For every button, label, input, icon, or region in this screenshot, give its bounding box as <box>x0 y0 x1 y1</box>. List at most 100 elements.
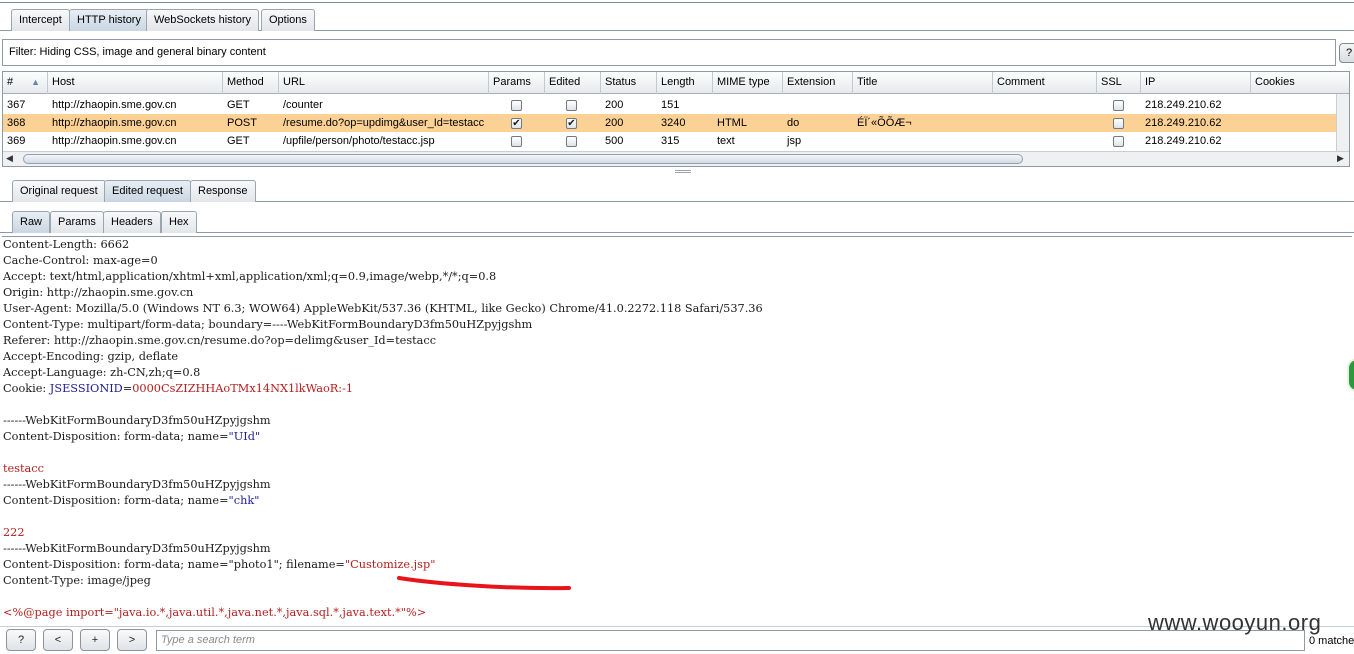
params-checkbox <box>511 100 522 111</box>
scrollbar-thumb[interactable] <box>23 154 1023 164</box>
match-count: 0 matches <box>1309 635 1354 647</box>
raw-line: Content-Disposition: form-data; name="ch… <box>3 494 260 507</box>
raw-line: Content-Type: multipart/form-data; bound… <box>3 318 533 331</box>
col-header-method[interactable]: Method <box>223 72 279 94</box>
col-header-host[interactable]: Host <box>48 72 223 94</box>
edited-checkbox <box>566 100 577 111</box>
request-tabbar: Original request Edited request Response <box>0 178 1354 202</box>
scroll-right-icon[interactable]: ▶ <box>1337 153 1344 164</box>
col-header-status[interactable]: Status <box>601 72 657 94</box>
raw-line: ------WebKitFormBoundaryD3fm50uHZpyjgshm <box>3 478 271 491</box>
raw-line: Cookie: JSESSIONID=0000CsZIZHHAoTMx14NX1… <box>3 382 354 395</box>
raw-line: ------WebKitFormBoundaryD3fm50uHZpyjgshm <box>3 542 271 555</box>
tab-options[interactable]: Options <box>261 9 315 31</box>
raw-line: Accept-Language: zh-CN,zh;q=0.8 <box>3 366 201 379</box>
tab-http-history[interactable]: HTTP history <box>69 9 149 31</box>
cell-status: 200 <box>605 117 624 129</box>
cell-comment <box>993 114 997 132</box>
raw-line: Content-Disposition: form-data; name="ph… <box>3 558 436 571</box>
raw-line: ------WebKitFormBoundaryD3fm50uHZpyjgshm <box>3 414 271 427</box>
help-button[interactable]: ? <box>6 629 36 651</box>
col-header-ssl[interactable]: SSL <box>1097 72 1141 94</box>
table-row[interactable]: 369 http://zhaopin.sme.gov.cn GET/upfile/p… <box>3 132 1349 150</box>
table-header: # ▲ Host Method URL Params Edited Status … <box>3 72 1349 94</box>
filter-help-button[interactable]: ? <box>1339 43 1354 63</box>
cell-title <box>853 96 857 114</box>
raw-line: Origin: http://zhaopin.sme.gov.cn <box>3 286 194 299</box>
raw-line: Content-Disposition: form-data; name="UI… <box>3 430 261 443</box>
cell-ip: 218.249.210.62 <box>1145 135 1222 147</box>
cell-title: ÉÏ´«ÕÕÆ¬ <box>857 117 912 129</box>
cell-mime: text <box>717 135 735 147</box>
search-input[interactable]: Type a search term <box>156 630 1305 651</box>
cell-title <box>853 132 857 150</box>
tab-hex[interactable]: Hex <box>161 211 197 233</box>
tab-params[interactable]: Params <box>50 211 104 233</box>
table-vertical-scrollbar[interactable] <box>1336 94 1349 151</box>
tab-raw[interactable]: Raw <box>12 211 51 233</box>
col-header-length[interactable]: Length <box>657 72 713 94</box>
table-row[interactable]: 368 http://zhaopin.sme.gov.cn POST/resume.… <box>3 114 1349 132</box>
cell-url: /counter <box>283 99 323 111</box>
col-header-title[interactable]: Title <box>853 72 993 94</box>
cell-ext: jsp <box>787 135 802 147</box>
col-header-url[interactable]: URL <box>279 72 489 94</box>
cell-ip: 218.249.210.62 <box>1145 99 1222 111</box>
cell-mime: HTML <box>717 117 747 129</box>
raw-line <box>2 445 1352 461</box>
add-button[interactable]: + <box>80 629 110 651</box>
tab-original-request[interactable]: Original request <box>12 180 106 202</box>
cell-ext <box>783 96 787 114</box>
edited-checkbox: ✔ <box>566 118 577 129</box>
filter-bar[interactable]: Filter: Hiding CSS, image and general bi… <box>2 39 1336 66</box>
col-header-comment[interactable]: Comment <box>993 72 1097 94</box>
ssl-checkbox <box>1113 100 1124 111</box>
col-header-params[interactable]: Params <box>489 72 545 94</box>
cell-method: GET <box>227 135 250 147</box>
cell-num: 368 <box>7 117 26 129</box>
filter-text: Filter: Hiding CSS, image and general bi… <box>9 46 266 58</box>
cell-length: 3240 <box>661 117 686 129</box>
col-header-cookies[interactable]: Cookies <box>1251 72 1349 94</box>
cell-host: http://zhaopin.sme.gov.cn <box>52 117 177 129</box>
next-button[interactable]: > <box>117 629 147 651</box>
tab-websockets-history[interactable]: WebSockets history <box>146 9 260 31</box>
cell-ext: do <box>787 117 800 129</box>
cell-ip: 218.249.210.62 <box>1145 117 1222 129</box>
tab-headers[interactable]: Headers <box>103 211 161 233</box>
raw-line: User-Agent: Mozilla/5.0 (Windows NT 6.3;… <box>3 302 763 315</box>
sort-ascending-icon: ▲ <box>31 77 41 87</box>
raw-line <box>2 397 1352 413</box>
raw-line: testacc <box>3 462 44 475</box>
raw-line: Accept: text/html,application/xhtml+xml,… <box>3 270 497 283</box>
cell-length: 315 <box>661 135 680 147</box>
split-pane-handle[interactable] <box>675 170 691 173</box>
ssl-checkbox <box>1113 136 1124 147</box>
previous-button[interactable]: < <box>43 629 73 651</box>
side-widget-icon[interactable] <box>1347 358 1354 392</box>
cell-url: /upfile/person/photo/testacc.jsp <box>283 135 435 147</box>
tab-response[interactable]: Response <box>190 180 256 202</box>
raw-line: Cache-Control: max-age=0 <box>3 254 158 267</box>
raw-line <box>2 509 1352 525</box>
cell-num: 367 <box>7 99 26 111</box>
red-annotation-underline <box>397 576 571 591</box>
tab-intercept[interactable]: Intercept <box>11 9 70 31</box>
cell-host: http://zhaopin.sme.gov.cn <box>52 135 177 147</box>
raw-line: Content-Length: 6662 <box>3 238 130 251</box>
col-header-number[interactable]: # ▲ <box>3 72 48 94</box>
cell-length: 151 <box>661 99 680 111</box>
cell-status: 500 <box>605 135 624 147</box>
col-header-extension[interactable]: Extension <box>783 72 853 94</box>
raw-line: Content-Type: image/jpeg <box>3 574 151 587</box>
view-tabbar: Raw Params Headers Hex <box>0 209 1354 233</box>
col-header-mime-type[interactable]: MIME type <box>713 72 783 94</box>
raw-request-editor[interactable]: Content-Length: 6662 Cache-Control: max-a… <box>2 236 1352 626</box>
table-row[interactable]: 367 http://zhaopin.sme.gov.cn GET/counter 2… <box>3 96 1349 114</box>
tab-edited-request[interactable]: Edited request <box>104 180 191 202</box>
table-horizontal-scrollbar[interactable]: ◀ ▶ <box>3 151 1349 166</box>
cell-num: 369 <box>7 135 26 147</box>
col-header-edited[interactable]: Edited <box>545 72 601 94</box>
col-header-ip[interactable]: IP <box>1141 72 1251 94</box>
scroll-left-icon[interactable]: ◀ <box>6 153 13 164</box>
